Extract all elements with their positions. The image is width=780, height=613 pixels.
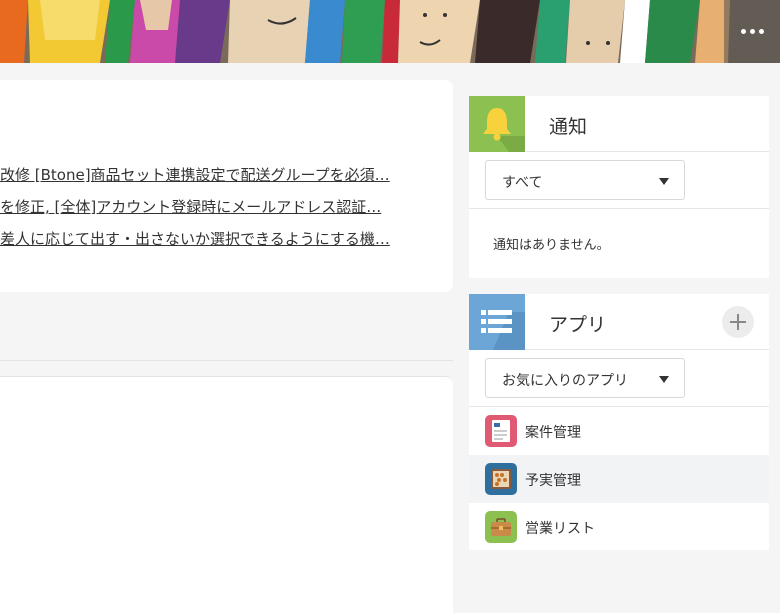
app-item[interactable]: 予実管理 (469, 455, 769, 503)
header-banner (0, 0, 780, 63)
more-dot-icon (758, 29, 764, 34)
notification-panel-header: 通知 (469, 96, 769, 152)
more-options-button[interactable] (724, 0, 780, 63)
dropdown-arrow-icon (659, 376, 669, 383)
notification-filter-select[interactable]: すべて (485, 160, 685, 200)
news-link[interactable]: を修正, [全体]アカウント登録時にメールアドレス認証… (0, 196, 453, 220)
dropdown-arrow-icon (659, 178, 669, 185)
plus-icon (730, 314, 746, 330)
document-icon (485, 415, 517, 447)
apps-filter-select[interactable]: お気に入りのアプリ (485, 358, 685, 398)
news-link[interactable]: 改修 [Btone]商品セット連携設定で配送グループを必須… (0, 164, 453, 188)
content-card (0, 376, 453, 613)
app-label: 案件管理 (525, 425, 581, 441)
bell-icon (469, 96, 525, 152)
app-label: 営業リスト (525, 521, 595, 537)
news-link[interactable]: 差人に応じて出す・出さないか選択できるようにする機… (0, 228, 453, 252)
notification-panel: 通知 すべて 通知はありません。 (469, 96, 769, 278)
app-item[interactable]: 営業リスト (469, 503, 769, 551)
pencils-banner-image (0, 0, 780, 63)
notification-filter-value: すべて (502, 175, 543, 191)
apps-panel: アプリ お気に入りのアプリ 案件管理 予実管理 営業リスト (469, 294, 769, 550)
apps-filter-value: お気に入りのアプリ (502, 373, 628, 389)
app-label: 予実管理 (525, 473, 581, 489)
more-dot-icon (749, 29, 755, 34)
abacus-icon (485, 463, 517, 495)
app-item[interactable]: 案件管理 (469, 407, 769, 455)
apps-title: アプリ (549, 314, 607, 336)
main-column: 改修 [Btone]商品セット連携設定で配送グループを必須… を修正, [全体]… (0, 63, 453, 613)
more-dot-icon (740, 29, 746, 34)
notification-title: 通知 (549, 116, 588, 138)
add-app-button[interactable] (722, 306, 754, 338)
divider (469, 208, 769, 209)
news-card: 改修 [Btone]商品セット連携設定で配送グループを必須… を修正, [全体]… (0, 80, 453, 292)
section-divider (0, 307, 453, 361)
briefcase-icon (485, 511, 517, 543)
list-icon (469, 294, 525, 350)
notification-empty-message: 通知はありません。 (493, 238, 610, 253)
apps-panel-header: アプリ (469, 294, 769, 350)
